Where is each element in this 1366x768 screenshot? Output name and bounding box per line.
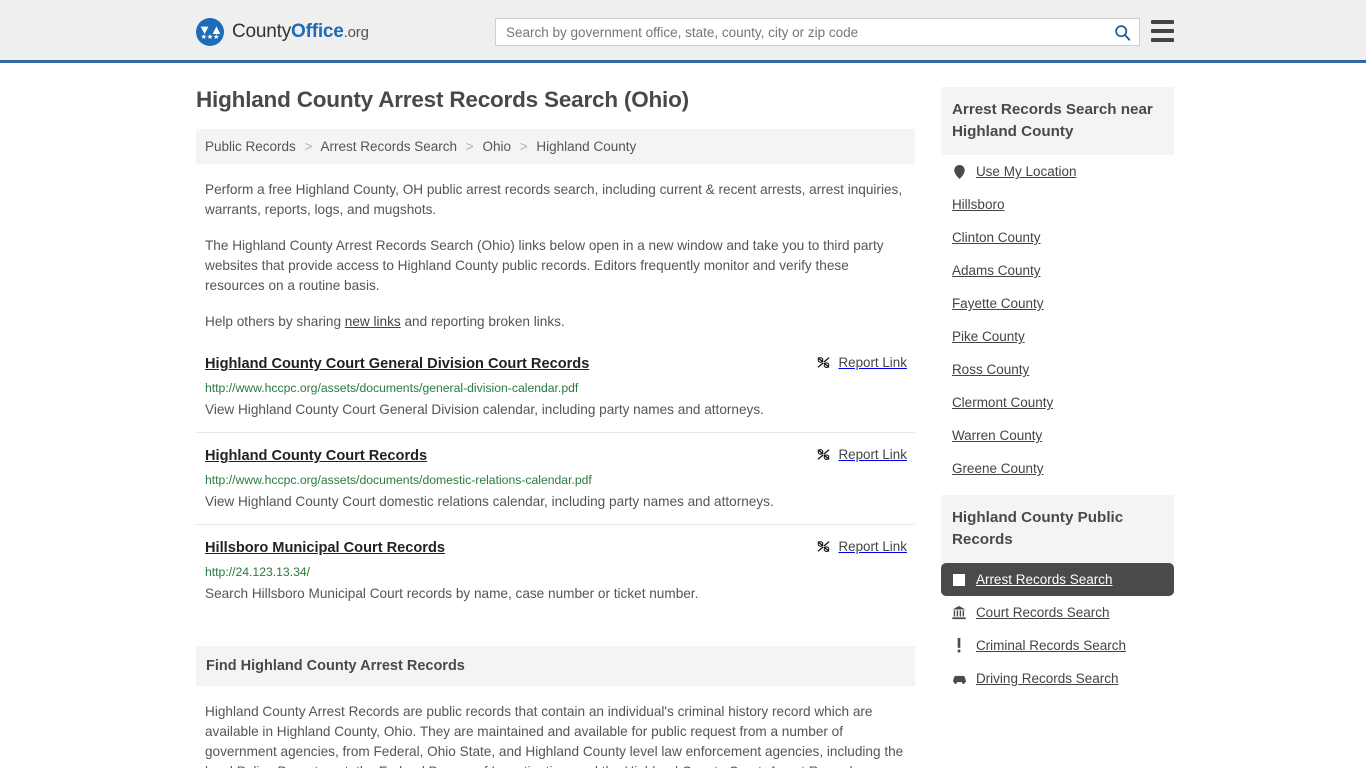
breadcrumb-item-highland-county[interactable]: Highland County	[536, 139, 636, 154]
broken-link-icon	[818, 449, 830, 460]
result-description: View Highland County Court General Divis…	[205, 402, 764, 417]
report-link-label: Report Link	[838, 447, 907, 462]
search-input[interactable]	[496, 24, 1105, 40]
eagle-seal-icon: ▼▲ ★★★	[196, 18, 224, 46]
broken-link-icon	[818, 541, 830, 552]
intro-paragraph-2: The Highland County Arrest Records Searc…	[205, 238, 884, 293]
breadcrumb-item-arrest-records-search[interactable]: Arrest Records Search	[320, 139, 457, 154]
breadcrumb-item-public-records[interactable]: Public Records	[205, 139, 296, 154]
sidebar-item-use-my-location[interactable]: Use My Location	[941, 155, 1174, 188]
hamburger-menu-icon[interactable]	[1151, 20, 1174, 42]
sidebar-item-criminal-records-search[interactable]: Criminal Records Search	[941, 629, 1174, 662]
report-link-button[interactable]: Report Link	[816, 355, 907, 370]
result-item: Highland County Court General Division C…	[196, 354, 915, 433]
sidebar-item-ross-county[interactable]: Ross County	[941, 353, 1174, 386]
broken-link-icon	[818, 357, 830, 368]
new-links-link[interactable]: new links	[345, 314, 401, 329]
sidebar-link-label[interactable]: Criminal Records Search	[976, 638, 1126, 653]
report-link-button[interactable]: Report Link	[816, 539, 907, 554]
sidebar: Arrest Records Search near Highland Coun…	[940, 87, 1174, 768]
help-paragraph: Help others by sharing new links and rep…	[196, 312, 915, 332]
sidebar-link-label[interactable]: Driving Records Search	[976, 671, 1119, 686]
site-logo[interactable]: ▼▲ ★★★ CountyOffice.org	[196, 18, 369, 46]
brand-county: County	[232, 21, 292, 42]
sidebar-near-list: Use My Location Hillsboro Clinton County…	[941, 155, 1174, 485]
sidebar-link-label[interactable]: Warren County	[952, 428, 1042, 443]
result-url[interactable]: http://24.123.13.34/	[205, 564, 907, 580]
breadcrumb-separator: >	[304, 139, 313, 154]
result-description: Search Hillsboro Municipal Court records…	[205, 586, 699, 601]
intro-text: Perform a free Highland County, OH publi…	[196, 180, 915, 332]
sidebar-item-hillsboro[interactable]: Hillsboro	[941, 188, 1174, 221]
brand-wordmark: CountyOffice.org	[232, 21, 369, 43]
report-link-label: Report Link	[838, 355, 907, 370]
sidebar-near-heading: Arrest Records Search near Highland Coun…	[940, 87, 1174, 155]
result-title-link[interactable]: Highland County Court General Division C…	[205, 354, 589, 374]
report-link-button[interactable]: Report Link	[816, 447, 907, 462]
main-column: Highland County Arrest Records Search (O…	[196, 87, 915, 768]
search-button[interactable]	[1105, 19, 1139, 45]
sidebar-link-label[interactable]: Use My Location	[976, 164, 1077, 179]
hamburger-bar	[1151, 38, 1174, 42]
sidebar-item-clinton-county[interactable]: Clinton County	[941, 221, 1174, 254]
result-item: Hillsboro Municipal Court Records Report…	[196, 538, 915, 616]
sidebar-public-records-heading: Highland County Public Records	[940, 495, 1174, 563]
site-header: ▼▲ ★★★ CountyOffice.org	[0, 0, 1366, 63]
result-url[interactable]: http://www.hccpc.org/assets/documents/do…	[205, 472, 907, 488]
sidebar-item-court-records-search[interactable]: Court Records Search	[941, 596, 1174, 629]
sidebar-item-clermont-county[interactable]: Clermont County	[941, 386, 1174, 419]
sidebar-link-label[interactable]: Adams County	[952, 263, 1041, 278]
car-icon	[952, 674, 967, 684]
breadcrumb-item-ohio[interactable]: Ohio	[482, 139, 511, 154]
sidebar-item-fayette-county[interactable]: Fayette County	[941, 287, 1174, 320]
result-title-link[interactable]: Hillsboro Municipal Court Records	[205, 538, 445, 558]
brand-org: .org	[343, 24, 369, 41]
sidebar-link-label[interactable]: Court Records Search	[976, 605, 1110, 620]
sidebar-item-driving-records-search[interactable]: Driving Records Search	[941, 662, 1174, 695]
sidebar-item-greene-county[interactable]: Greene County	[941, 452, 1174, 485]
sidebar-link-label[interactable]: Fayette County	[952, 296, 1044, 311]
sidebar-item-pike-county[interactable]: Pike County	[941, 320, 1174, 353]
sidebar-public-records-list: Arrest Records Search Court Records Sear…	[940, 563, 1174, 695]
intro-paragraph-1: Perform a free Highland County, OH publi…	[205, 182, 903, 217]
hamburger-bar	[1151, 29, 1174, 33]
sidebar-item-warren-county[interactable]: Warren County	[941, 419, 1174, 452]
sidebar-link-label[interactable]: Clinton County	[952, 230, 1041, 245]
results-list: Highland County Court General Division C…	[196, 354, 915, 616]
page-title: Highland County Arrest Records Search (O…	[196, 87, 689, 112]
result-description: View Highland County Court domestic rela…	[205, 494, 774, 509]
help-prefix: Help others by sharing	[205, 314, 345, 329]
breadcrumb-separator: >	[519, 139, 528, 154]
find-records-heading: Find Highland County Arrest Records	[196, 646, 915, 686]
square-icon	[952, 573, 967, 586]
sidebar-item-arrest-records-search[interactable]: Arrest Records Search	[940, 563, 1174, 596]
hamburger-bar	[1151, 20, 1174, 24]
breadcrumb-separator: >	[465, 139, 474, 154]
exclamation-icon	[952, 638, 967, 653]
sidebar-item-adams-county[interactable]: Adams County	[941, 254, 1174, 287]
help-suffix: and reporting broken links.	[400, 314, 565, 329]
sidebar-link-label[interactable]: Arrest Records Search	[976, 572, 1113, 587]
sidebar-link-label[interactable]: Ross County	[952, 362, 1029, 377]
result-url[interactable]: http://www.hccpc.org/assets/documents/ge…	[205, 380, 907, 396]
sidebar-link-label[interactable]: Hillsboro	[952, 197, 1005, 212]
search-bar	[495, 18, 1140, 46]
sidebar-link-label[interactable]: Pike County	[952, 329, 1025, 344]
breadcrumb: Public Records > Arrest Records Search >…	[196, 129, 915, 164]
sidebar-link-label[interactable]: Greene County	[952, 461, 1044, 476]
result-item: Highland County Court Records Report Lin…	[196, 446, 915, 525]
map-pin-icon	[952, 164, 967, 179]
result-title-link[interactable]: Highland County Court Records	[205, 446, 427, 466]
brand-office: Office	[291, 21, 344, 42]
courthouse-icon	[952, 605, 967, 620]
find-records-body: Highland County Arrest Records are publi…	[205, 704, 904, 768]
sidebar-link-label[interactable]: Clermont County	[952, 395, 1053, 410]
report-link-label: Report Link	[838, 539, 907, 554]
search-icon	[1114, 24, 1130, 41]
